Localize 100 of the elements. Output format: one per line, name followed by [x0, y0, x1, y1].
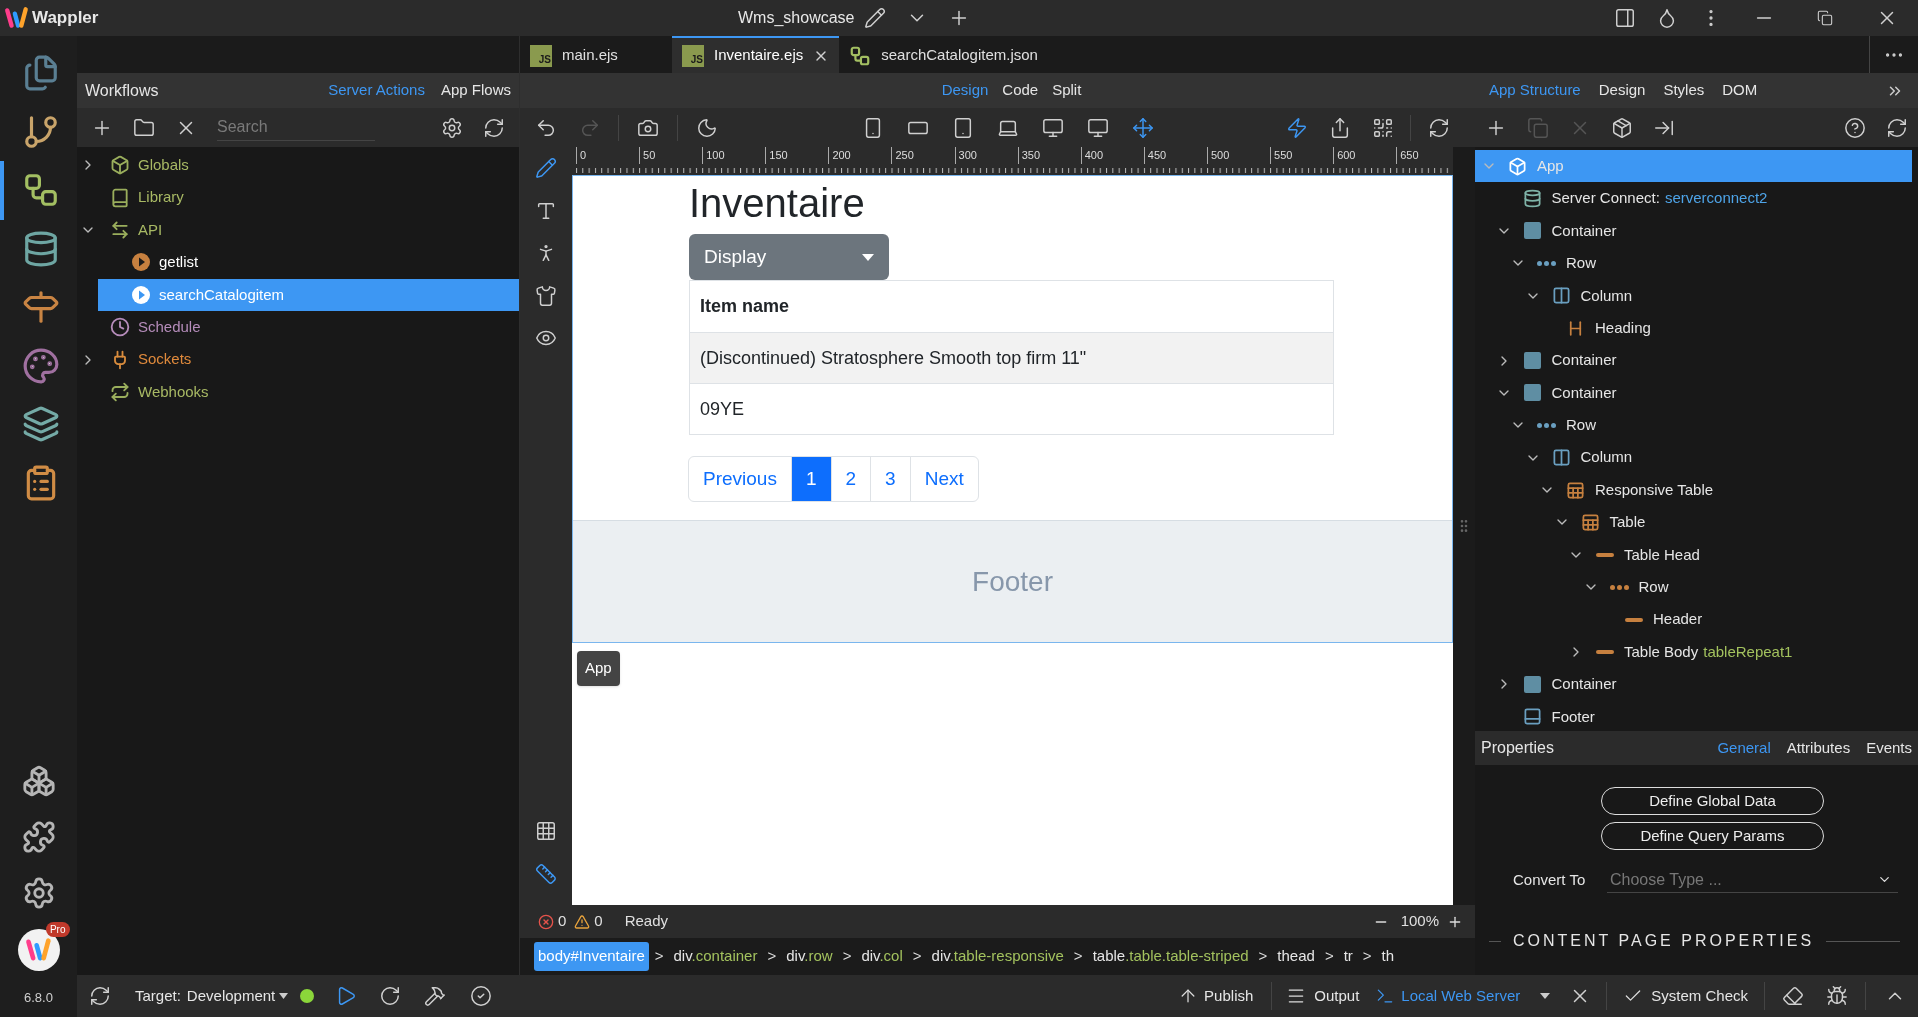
refresh-icon[interactable]	[483, 116, 505, 139]
tree-item[interactable]: Container	[1475, 376, 1912, 410]
search-field[interactable]: Search	[217, 114, 375, 141]
restore-icon[interactable]	[1817, 10, 1833, 26]
tree-item[interactable]: Row	[1475, 409, 1912, 442]
breadcrumb-item[interactable]: thead	[1273, 942, 1319, 971]
desktop-icon[interactable]	[1041, 116, 1064, 139]
panel-tab[interactable]: Attributes	[1786, 736, 1851, 760]
columns-icon	[1551, 286, 1571, 306]
tree-item[interactable]: Responsive Table	[1475, 473, 1912, 507]
tree-item[interactable]: Row	[1475, 247, 1912, 280]
breadcrumb-item[interactable]: th	[1377, 942, 1399, 971]
output-button[interactable]: Output	[1280, 975, 1366, 1017]
tree-item[interactable]: Table	[1475, 506, 1912, 539]
bug-icon[interactable]	[1826, 985, 1848, 1007]
refresh-icon[interactable]	[89, 985, 111, 1007]
tree-item[interactable]: Heading	[1475, 311, 1912, 345]
type-select[interactable]: Choose Type ...	[1607, 867, 1898, 893]
page-link[interactable]: Next	[909, 456, 979, 502]
arrows-icon	[110, 219, 130, 240]
tree-item[interactable]: Container	[1475, 214, 1912, 248]
check-circle-icon[interactable]	[470, 985, 493, 1007]
refresh-icon[interactable]	[1886, 116, 1908, 139]
tree-item[interactable]: Table Head	[1475, 538, 1912, 572]
settings-icon[interactable]	[441, 116, 463, 139]
tree-item[interactable]: Table Body tableRepeat1	[1475, 635, 1912, 669]
folder-icon[interactable]	[133, 116, 155, 139]
qr-code-icon[interactable]	[1371, 116, 1394, 139]
panel-tab[interactable]: App Structure	[1489, 79, 1581, 102]
view-mode-tab[interactable]: Split	[1052, 79, 1082, 102]
move-icon[interactable]	[1131, 116, 1154, 139]
monitor-icon[interactable]	[1086, 116, 1109, 139]
breadcrumb-item[interactable]: div.container	[669, 942, 762, 971]
dash-icon	[1595, 650, 1614, 655]
tree-item[interactable]: Webhooks	[77, 375, 519, 409]
hammer-icon[interactable]	[424, 985, 447, 1007]
puzzle-icon[interactable]	[21, 820, 56, 854]
columns-icon	[1551, 448, 1571, 468]
panel-tab[interactable]: DOM	[1722, 79, 1758, 102]
breadcrumb-item[interactable]: tr	[1339, 942, 1357, 971]
table-cell: (Discontinued) Stratosphere Smooth top firm 11"	[689, 332, 1334, 384]
page-link[interactable]: 3	[870, 456, 911, 502]
lightning-icon[interactable]	[1285, 116, 1308, 139]
help-icon[interactable]	[1844, 116, 1866, 139]
pencil-icon[interactable]	[535, 157, 557, 180]
panel-layout-icon[interactable]	[1614, 7, 1636, 29]
shirt-icon[interactable]	[535, 284, 557, 307]
section-heading: CONTENT PAGE PROPERTIES	[1513, 931, 1815, 951]
editor-tab[interactable]: JS main.ejs	[520, 36, 672, 73]
refresh-icon[interactable]	[1428, 116, 1450, 139]
tree-item[interactable]: API	[77, 213, 519, 247]
breadcrumb-item[interactable]: table.table.table-striped	[1088, 942, 1253, 971]
dash-icon	[1595, 552, 1614, 557]
tree-item[interactable]: Sockets	[77, 343, 519, 376]
breadcrumb-item[interactable]: div.row	[782, 942, 837, 971]
page-link[interactable]: 2	[830, 456, 872, 502]
publish-button[interactable]: Publish	[1168, 975, 1264, 1017]
tree-item[interactable]: getlist	[98, 246, 519, 279]
tree-item[interactable]: Globals	[77, 149, 519, 182]
ruler-icon[interactable]	[535, 862, 557, 885]
tree-item[interactable]: Footer	[1475, 700, 1912, 731]
tree-item[interactable]: Row	[1475, 571, 1912, 604]
tree-item[interactable]: Header	[1475, 603, 1912, 636]
target-select[interactable]: Development	[186, 984, 289, 1008]
panel-tab[interactable]: Design	[1598, 79, 1646, 102]
tree-item[interactable]: Column	[1475, 279, 1912, 312]
reload-icon[interactable]	[379, 985, 402, 1007]
tree-item[interactable]: Column	[1475, 441, 1912, 474]
tree-item[interactable]: Container	[1475, 344, 1912, 377]
panel-tab[interactable]: General	[1717, 736, 1771, 760]
dropdown-button[interactable]: Display	[689, 234, 889, 280]
panel-tab[interactable]: Events	[1866, 736, 1912, 760]
panel-tab[interactable]: App Flows	[440, 79, 511, 102]
view-mode-tab[interactable]: Design	[941, 79, 989, 102]
page-link[interactable]: 1	[790, 456, 832, 502]
app-name: Wappler	[32, 7, 99, 30]
editor-tab[interactable]: JS Inventaire.ejs	[672, 36, 840, 73]
breadcrumb-separator: >	[767, 946, 777, 967]
caret-icon[interactable]	[1540, 993, 1551, 999]
tree-item[interactable]: Schedule	[77, 310, 519, 344]
moon-icon[interactable]	[696, 116, 718, 139]
tree-item[interactable]: Container	[1475, 668, 1912, 701]
breadcrumb-item[interactable]: div.table-responsive	[927, 942, 1068, 971]
dots-icon	[1537, 422, 1556, 428]
breadcrumb-item[interactable]: div.col	[857, 942, 907, 971]
breadcrumb-separator: >	[1362, 946, 1372, 967]
js-file-icon: JS	[682, 44, 704, 67]
edit-icon[interactable]	[864, 7, 887, 29]
panel-tab[interactable]: Styles	[1663, 79, 1705, 102]
editor-tab[interactable]: searchCatalogitem.json	[839, 36, 1048, 73]
server-button[interactable]: Local Web Server	[1365, 975, 1531, 1017]
page-link[interactable]: Previous	[688, 456, 792, 502]
view-mode-tab[interactable]: Code	[1002, 79, 1039, 102]
eraser-icon[interactable]	[1782, 985, 1804, 1007]
tree-item[interactable]: Library	[77, 181, 519, 214]
grid-icon[interactable]	[535, 819, 557, 842]
panel-tab[interactable]: Server Actions	[328, 79, 425, 102]
system-check-button[interactable]: System Check	[1613, 975, 1758, 1017]
tree-item[interactable]: Server Connect: serverconnect2	[1475, 182, 1912, 215]
play-icon	[131, 252, 151, 273]
